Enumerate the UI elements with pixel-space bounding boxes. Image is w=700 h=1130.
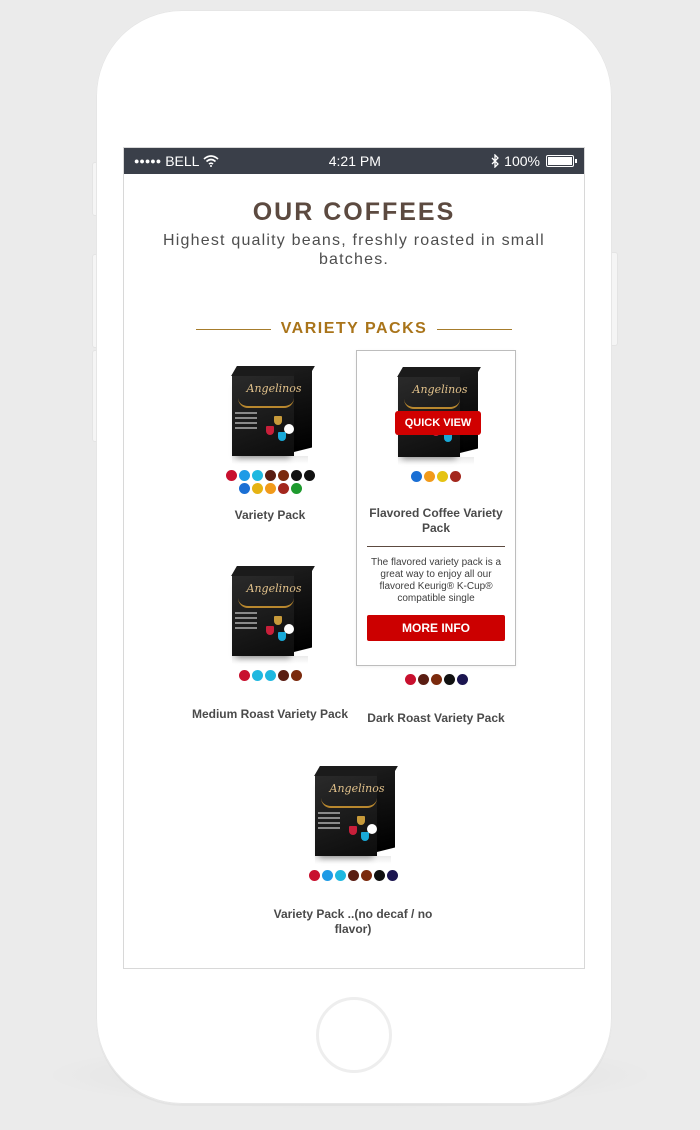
flavor-swatch[interactable] <box>360 870 372 881</box>
product-name[interactable]: Variety Pack ..(no decaf / no flavor) <box>273 907 433 937</box>
flavor-swatch[interactable] <box>264 483 276 494</box>
flavor-swatches <box>224 470 316 494</box>
flavor-swatch[interactable] <box>238 470 250 481</box>
section-heading: VARIETY PACKS <box>196 320 513 338</box>
flavor-swatch[interactable] <box>411 471 422 482</box>
product-card[interactable]: Angelinos Variety Pack ..(no decaf / no … <box>273 764 433 937</box>
flavor-swatch[interactable] <box>264 470 276 481</box>
product-image[interactable]: Angelinos <box>224 564 316 656</box>
heading-rule-left <box>196 328 271 330</box>
product-description: The flavored variety pack is a great way… <box>370 557 502 604</box>
carrier-name: BELL <box>165 153 200 169</box>
flavor-swatch[interactable] <box>424 471 435 482</box>
flavor-swatch[interactable] <box>443 674 455 685</box>
flavor-swatch[interactable] <box>347 870 359 881</box>
product-name[interactable]: Dark Roast Variety Pack <box>356 711 516 726</box>
flavor-swatches <box>224 670 316 681</box>
flavor-swatch[interactable] <box>251 670 263 681</box>
flavor-swatch[interactable] <box>238 670 250 681</box>
flavor-swatches <box>390 471 482 482</box>
card-divider <box>367 546 505 547</box>
flavor-swatch[interactable] <box>251 483 263 494</box>
flavor-swatch[interactable] <box>264 670 276 681</box>
flavor-swatch[interactable] <box>290 670 302 681</box>
page-title: OUR COFFEES <box>252 198 456 226</box>
flavor-swatch[interactable] <box>238 483 250 494</box>
flavor-swatch[interactable] <box>277 483 289 494</box>
flavor-swatch[interactable] <box>290 470 302 481</box>
product-image[interactable]: Angelinos <box>307 764 399 856</box>
bluetooth-icon <box>491 154 500 168</box>
product-card[interactable]: Angelinos Variety Pack <box>190 364 350 523</box>
status-bar: ●●●●● BELL 4:21 PM 100% <box>124 148 584 174</box>
product-name[interactable]: Variety Pack <box>190 508 350 523</box>
flavor-swatch[interactable] <box>277 670 289 681</box>
flavor-swatch[interactable] <box>321 870 333 881</box>
signal-strength: ●●●●● <box>134 156 162 166</box>
product-name[interactable]: Flavored Coffee Variety Pack <box>357 506 515 536</box>
product-card[interactable]: Angelinos Medium Roast Variety Pack <box>190 564 350 722</box>
product-name[interactable]: Medium Roast Variety Pack <box>190 707 350 722</box>
flavor-swatch[interactable] <box>303 470 315 481</box>
flavor-swatch[interactable] <box>373 870 385 881</box>
flavor-swatch[interactable] <box>456 674 468 685</box>
flavor-swatches <box>390 674 482 685</box>
clock: 4:21 PM <box>328 153 381 169</box>
flavor-swatch[interactable] <box>417 674 429 685</box>
flavor-swatch[interactable] <box>430 674 442 685</box>
flavor-swatch[interactable] <box>225 470 237 481</box>
flavor-swatch[interactable] <box>308 870 320 881</box>
flavor-swatch[interactable] <box>290 483 302 494</box>
flavor-swatch[interactable] <box>251 470 263 481</box>
battery-icon <box>545 155 577 167</box>
flavor-swatch[interactable] <box>277 470 289 481</box>
quick-view-button[interactable]: QUICK VIEW <box>395 411 481 435</box>
wifi-icon <box>203 155 219 167</box>
home-button[interactable] <box>316 997 392 1073</box>
more-info-button[interactable]: MORE INFO <box>367 615 505 641</box>
product-image[interactable]: Angelinos <box>224 364 316 456</box>
phone-screen: ●●●●● BELL 4:21 PM 100% OUR COFFEES High… <box>123 147 585 969</box>
flavor-swatch[interactable] <box>437 471 448 482</box>
flavor-swatches <box>298 870 408 881</box>
page-subtitle: Highest quality beans, freshly roasted i… <box>163 232 545 268</box>
flavor-swatch[interactable] <box>404 674 416 685</box>
flavor-swatch[interactable] <box>386 870 398 881</box>
flavor-swatch[interactable] <box>450 471 461 482</box>
heading-rule-right <box>437 328 513 330</box>
product-card[interactable]: Dark Roast Variety Pack <box>356 674 516 726</box>
section-title: VARIETY PACKS <box>280 320 428 337</box>
battery-percent: 100% <box>504 153 540 169</box>
product-card-active[interactable]: Angelinos QUICK VIEW Flavored Coffee Var… <box>356 350 516 666</box>
flavor-swatch[interactable] <box>334 870 346 881</box>
